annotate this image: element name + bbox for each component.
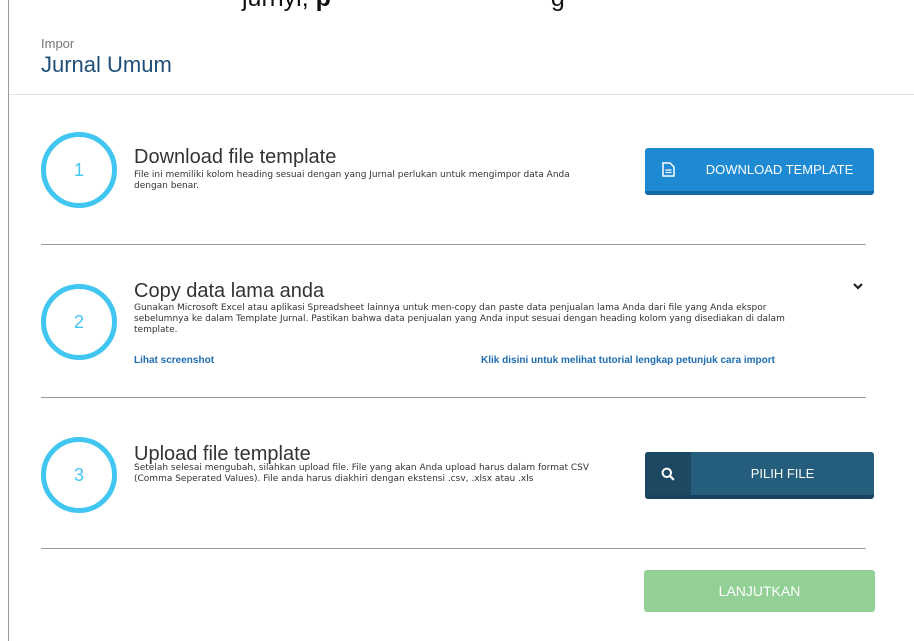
step-description: Gunakan Microsoft Excel atau aplikasi Sp… [134,303,785,335]
continue-button[interactable]: LANJUTKAN [644,570,875,612]
choose-file-button[interactable]: PILIH FILE [645,452,874,499]
step-description: Setelah selesai mengubah, silahkan uploa… [134,463,590,484]
header-divider [9,94,914,95]
step-number-circle: 2 [41,284,117,360]
download-template-button[interactable]: DOWNLOAD TEMPLATE [645,148,874,195]
left-border [8,0,9,641]
view-screenshot-link[interactable]: Lihat screenshot [134,355,214,366]
step-divider [41,548,866,549]
step-divider [41,397,866,398]
breadcrumb: Impor [41,36,75,51]
step-title: Copy data lama anda [134,280,325,302]
chevron-down-icon[interactable] [851,278,865,292]
search-icon [645,452,691,495]
page-header: Impor Jurnal Umum [41,36,172,78]
top-clipped-text: jurnyi, pg [8,0,914,22]
page-title: Jurnal Umum [41,52,172,77]
step-title: Download file template [134,146,337,168]
step-number-circle: 3 [41,437,117,513]
step-number-circle: 1 [41,132,117,208]
choose-file-label: PILIH FILE [750,466,815,481]
tutorial-link[interactable]: Klik disini untuk melihat tutorial lengk… [481,355,775,366]
step-description: File ini memiliki kolom heading sesuai d… [134,170,570,191]
document-icon [645,148,691,191]
step-divider [41,244,866,245]
download-template-label: DOWNLOAD TEMPLATE [705,162,854,177]
